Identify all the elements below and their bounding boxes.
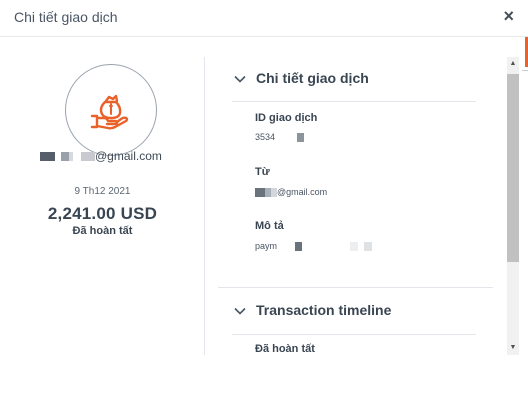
from-email-suffix: @gmail.com bbox=[277, 187, 328, 197]
divider bbox=[232, 101, 476, 102]
panel-divider bbox=[204, 57, 205, 355]
from-label: Từ bbox=[255, 166, 270, 178]
masked-text bbox=[61, 152, 69, 162]
description-prefix: paym bbox=[255, 241, 278, 251]
chevron-down-icon[interactable] bbox=[234, 305, 246, 317]
masked-text bbox=[350, 242, 359, 252]
transaction-status: Đã hoàn tất bbox=[72, 225, 133, 237]
masked-text bbox=[364, 242, 373, 252]
description-value: paym bbox=[255, 241, 373, 252]
masked-text bbox=[297, 133, 305, 143]
avatar bbox=[65, 64, 157, 156]
close-icon[interactable]: × bbox=[503, 6, 514, 26]
account-email: @gmail.com bbox=[40, 149, 162, 163]
masked-text bbox=[81, 152, 95, 162]
divider bbox=[232, 334, 476, 335]
masked-text bbox=[255, 188, 265, 198]
timeline-status: Đã hoàn tất bbox=[255, 343, 315, 355]
email-suffix: @gmail.com bbox=[95, 149, 162, 163]
transaction-id-prefix: 3534 bbox=[255, 132, 276, 142]
hand-money-bag-icon bbox=[90, 94, 129, 130]
dialog-title: Chi tiết giao dịch bbox=[14, 9, 118, 25]
chevron-down-icon[interactable] bbox=[234, 73, 246, 85]
transaction-id-value: 3534 bbox=[255, 132, 305, 143]
scroll-up-icon[interactable]: ▲ bbox=[507, 58, 519, 70]
background-divider bbox=[522, 70, 528, 71]
details-panel: Chi tiết giao dịch ID giao dịch 3534 Từ … bbox=[218, 57, 493, 355]
dialog-header: Chi tiết giao dịch × bbox=[0, 0, 528, 37]
from-value: @gmail.com bbox=[255, 187, 328, 198]
masked-text bbox=[40, 152, 55, 162]
timeline-heading[interactable]: Transaction timeline bbox=[256, 302, 391, 318]
transaction-id-label: ID giao dịch bbox=[255, 112, 318, 124]
details-heading[interactable]: Chi tiết giao dịch bbox=[256, 70, 369, 86]
transaction-date: 9 Th12 2021 bbox=[74, 186, 131, 197]
description-label: Mô tả bbox=[255, 220, 284, 232]
masked-text bbox=[295, 242, 303, 252]
scroll-down-icon[interactable]: ▼ bbox=[507, 342, 519, 354]
transaction-amount: 2,241.00 USD bbox=[47, 204, 158, 223]
section-divider bbox=[218, 287, 493, 288]
scrollbar-thumb[interactable] bbox=[507, 74, 519, 262]
